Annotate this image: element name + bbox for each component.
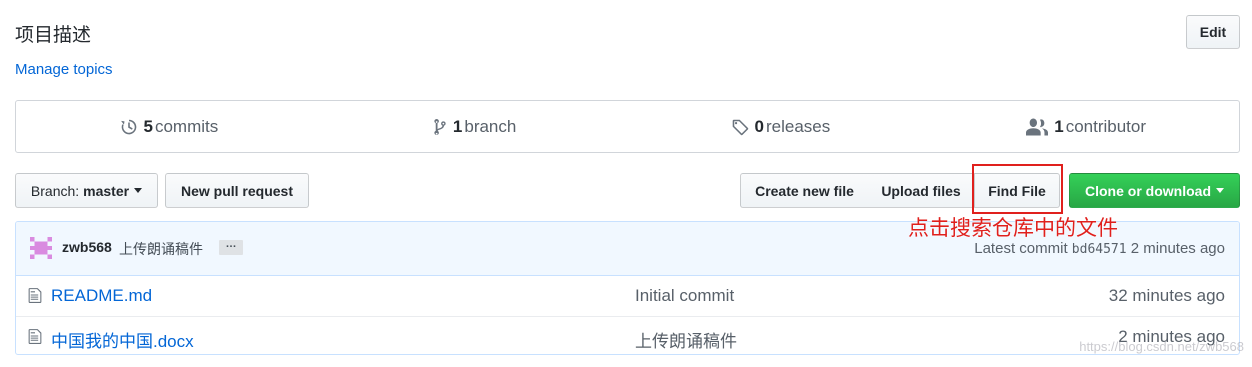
- branch-name: master: [83, 182, 130, 199]
- latest-commit-prefix: Latest commit: [974, 240, 1068, 257]
- releases-label: releases: [765, 116, 831, 136]
- commit-age: 2 minutes ago: [1130, 240, 1225, 257]
- commits-link[interactable]: 5 commits: [16, 101, 322, 152]
- file-commit-message[interactable]: Initial commit: [635, 286, 734, 306]
- people-icon: [1026, 117, 1049, 136]
- clone-label: Clone or download: [1085, 182, 1211, 199]
- file-row: README.md Initial commit 32 minutes ago: [16, 276, 1239, 316]
- file-icon: [28, 329, 42, 344]
- branches-link[interactable]: 1 branch: [322, 101, 628, 152]
- file-age: 32 minutes ago: [1108, 286, 1225, 305]
- commits-label: commits: [154, 116, 219, 136]
- caret-down-icon: [1216, 188, 1224, 193]
- create-new-file-button[interactable]: Create new file: [740, 173, 869, 208]
- contributors-count: 1: [1054, 116, 1064, 136]
- edit-button[interactable]: Edit: [1186, 15, 1240, 49]
- file-commit-message[interactable]: 上传朗诵稿件: [635, 327, 737, 352]
- branches-label: branch: [464, 116, 517, 136]
- history-icon: [120, 119, 136, 134]
- contributors-link[interactable]: 1 contributor: [933, 101, 1239, 152]
- avatar[interactable]: [30, 237, 52, 259]
- file-icon: [28, 288, 42, 303]
- repo-description: 项目描述: [15, 25, 92, 46]
- branches-count: 1: [452, 116, 463, 136]
- commit-message[interactable]: 上传朗诵稿件: [119, 239, 203, 259]
- manage-topics-link[interactable]: Manage topics: [15, 61, 113, 78]
- contributors-label: contributor: [1065, 116, 1147, 136]
- tag-icon: [732, 119, 748, 135]
- caret-down-icon: [134, 188, 143, 193]
- annotation-highlight-box: [972, 164, 1063, 214]
- file-name-link[interactable]: 中国我的中国.docx: [51, 327, 194, 352]
- latest-commit-info: Latest commit bd64571 2 minutes ago: [974, 240, 1225, 257]
- watermark: https://blog.csdn.net/zwb568: [1079, 339, 1244, 354]
- branch-select-button[interactable]: Branch: master: [15, 173, 158, 208]
- clone-or-download-button[interactable]: Clone or download: [1069, 173, 1240, 208]
- annotation-text: 点击搜索仓库中的文件: [908, 216, 1118, 240]
- file-row: 中国我的中国.docx 上传朗诵稿件 2 minutes ago: [16, 316, 1239, 354]
- git-branch-icon: [434, 118, 446, 135]
- branch-prefix: Branch:: [30, 182, 80, 199]
- commits-count: 5: [143, 116, 153, 136]
- upload-files-button[interactable]: Upload files: [868, 173, 975, 208]
- new-pull-request-button[interactable]: New pull request: [165, 173, 309, 208]
- commit-sha-link[interactable]: bd64571: [1072, 242, 1127, 257]
- expand-commit-button[interactable]: …: [219, 239, 243, 255]
- commit-author-link[interactable]: zwb568: [62, 239, 112, 255]
- numbers-summary: 5 commits 1 branch 0 releases 1 contributor: [15, 100, 1240, 153]
- file-name-link[interactable]: README.md: [51, 286, 152, 306]
- releases-link[interactable]: 0 releases: [628, 101, 934, 152]
- releases-count: 0: [754, 116, 764, 136]
